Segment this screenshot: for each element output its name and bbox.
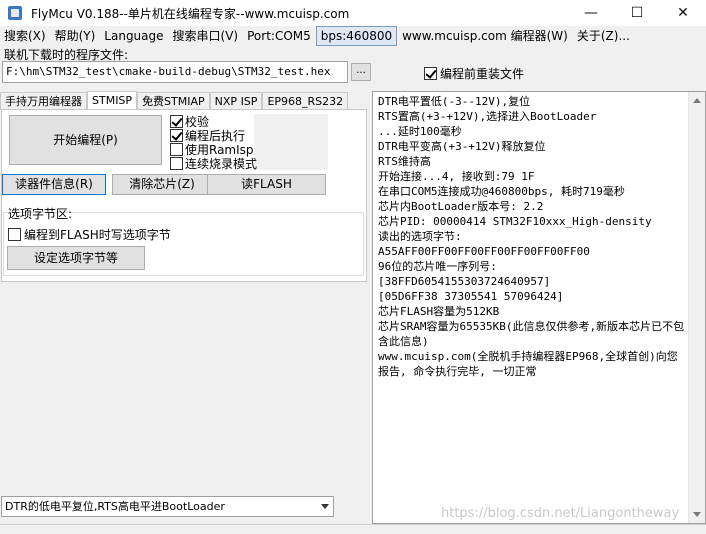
checkbox-checked-icon bbox=[170, 114, 183, 128]
menu-language[interactable]: Language bbox=[100, 26, 167, 46]
log-line: www.mcuisp.com(全脱机手持编程器EP968,全球首创)向您报告, … bbox=[378, 350, 678, 378]
menu-help[interactable]: 帮助(Y) bbox=[51, 26, 100, 46]
reload-before-program-checkbox[interactable]: 编程前重装文件 bbox=[424, 65, 524, 82]
status-bar bbox=[0, 524, 706, 534]
program-file-input[interactable]: F:\hm\STM32_test\cmake-build-debug\STM32… bbox=[2, 61, 348, 83]
scroll-down-icon[interactable] bbox=[693, 512, 701, 517]
log-line: DTR电平变高(+3-+12V)释放复位 bbox=[378, 140, 546, 153]
log-line: 在串口COM5连接成功@460800bps, 耗时719毫秒 bbox=[378, 185, 625, 198]
log-line: 读出的选项字节: bbox=[378, 230, 462, 243]
start-programming-button[interactable]: 开始编程(P) bbox=[9, 115, 162, 165]
tab-stmiap[interactable]: 免费STMIAP bbox=[137, 92, 210, 110]
menu-baudrate[interactable]: bps:460800 bbox=[315, 26, 398, 46]
write-option-bytes-checkbox[interactable]: 编程到FLASH时写选项字节 bbox=[8, 226, 171, 243]
menu-programmer[interactable]: www.mcuisp.com 编程器(W) bbox=[398, 26, 572, 46]
tab-handheld[interactable]: 手持万用编程器 bbox=[0, 92, 87, 110]
tab-ep968[interactable]: EP968_RS232 bbox=[262, 92, 349, 110]
log-line: [38FFD6054155303724640957] bbox=[378, 275, 551, 288]
option-bytes-label: 选项字节区: bbox=[8, 207, 73, 221]
minimize-icon[interactable]: — bbox=[568, 0, 614, 26]
log-line: 芯片FLASH容量为512KB bbox=[378, 305, 500, 318]
browse-button[interactable]: ... bbox=[351, 63, 371, 81]
log-line: RTS置高(+3-+12V),选择进入BootLoader bbox=[378, 110, 597, 123]
mode-tabs: 手持万用编程器 STMISP 免费STMIAP NXP ISP EP968_RS… bbox=[0, 91, 349, 110]
checkbox-empty-icon bbox=[170, 156, 183, 170]
continuous-mode-checkbox[interactable]: 连续烧录模式 bbox=[170, 156, 258, 171]
checkbox-empty-icon bbox=[170, 142, 183, 156]
read-flash-button[interactable]: 读FLASH bbox=[207, 174, 326, 195]
set-option-bytes-button[interactable]: 设定选项字节等 bbox=[7, 246, 145, 270]
menu-bar: 搜索(X) 帮助(Y) Language 搜索串口(V) Port:COM5 b… bbox=[0, 26, 706, 46]
log-line: 芯片SRAM容量为65535KB(此信息仅供参考,新版本芯片已不包含此信息) bbox=[378, 320, 685, 348]
log-line: 芯片PID: 00000414 STM32F10xxx_High-density bbox=[378, 215, 652, 228]
menu-search[interactable]: 搜索(X) bbox=[0, 26, 50, 46]
log-line: RTS维持高 bbox=[378, 155, 431, 168]
options-shade bbox=[254, 114, 328, 170]
write-option-bytes-label: 编程到FLASH时写选项字节 bbox=[24, 228, 171, 242]
scroll-up-icon[interactable] bbox=[693, 98, 701, 103]
title-bar: FlyMcu V0.188--单片机在线编程专家--www.mcuisp.com… bbox=[0, 0, 706, 26]
window-controls: — ☐ ✕ bbox=[568, 0, 706, 26]
watermark: https://blog.csdn.net/Liangontheway bbox=[441, 506, 680, 521]
log-line: ...延时100毫秒 bbox=[378, 125, 462, 138]
chevron-down-icon bbox=[321, 504, 329, 509]
menu-about[interactable]: 关于(Z)... bbox=[573, 26, 634, 46]
read-device-info-button[interactable]: 读器件信息(R) bbox=[2, 174, 106, 195]
reset-mode-value: DTR的低电平复位,RTS高电平进BootLoader bbox=[5, 500, 225, 513]
close-icon[interactable]: ✕ bbox=[660, 0, 706, 26]
menu-search-port[interactable]: 搜索串口(V) bbox=[169, 26, 243, 46]
log-scrollbar[interactable] bbox=[688, 92, 705, 523]
checkbox-checked-icon bbox=[424, 67, 437, 80]
menu-port[interactable]: Port:COM5 bbox=[243, 26, 315, 46]
continuous-mode-label: 连续烧录模式 bbox=[185, 156, 258, 171]
checkbox-empty-icon bbox=[8, 228, 21, 241]
output-log[interactable]: DTR电平置低(-3--12V),复位 RTS置高(+3-+12V),选择进入B… bbox=[372, 91, 706, 524]
log-line: A55AFF00FF00FF00FF00FF00FF00FF00 bbox=[378, 245, 590, 258]
tab-stmisp[interactable]: STMISP bbox=[87, 91, 138, 110]
app-icon bbox=[7, 5, 23, 21]
reset-mode-select[interactable]: DTR的低电平复位,RTS高电平进BootLoader bbox=[1, 496, 334, 517]
erase-chip-button[interactable]: 清除芯片(Z) bbox=[112, 174, 212, 195]
log-lines: DTR电平置低(-3--12V),复位 RTS置高(+3-+12V),选择进入B… bbox=[378, 94, 688, 379]
log-line: 芯片内BootLoader版本号: 2.2 bbox=[378, 200, 544, 213]
window-title: FlyMcu V0.188--单片机在线编程专家--www.mcuisp.com bbox=[31, 6, 350, 21]
maximize-icon[interactable]: ☐ bbox=[614, 0, 660, 26]
log-line: 96位的芯片唯一序列号: bbox=[378, 260, 497, 273]
log-line: 开始连接...4, 接收到:79 1F bbox=[378, 170, 535, 183]
log-line: DTR电平置低(-3--12V),复位 bbox=[378, 95, 531, 108]
checkbox-checked-icon bbox=[170, 128, 183, 142]
log-line: [05D6FF38 37305541 57096424] bbox=[378, 290, 564, 303]
tab-nxp-isp[interactable]: NXP ISP bbox=[209, 92, 263, 110]
reload-before-program-label: 编程前重装文件 bbox=[440, 67, 525, 81]
